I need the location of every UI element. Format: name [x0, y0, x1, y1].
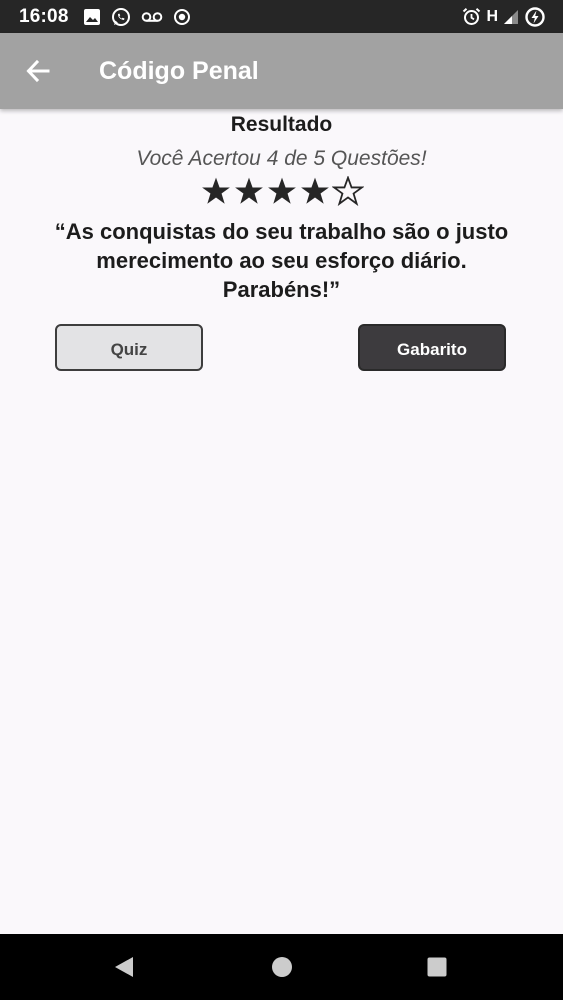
result-score: Você Acertou 4 de 5 Questões! [136, 147, 427, 170]
app-bar: Código Penal [0, 33, 563, 109]
result-title: Resultado [230, 113, 333, 136]
record-icon [173, 8, 191, 26]
back-button[interactable] [24, 57, 52, 85]
status-bar: 16:08 H [0, 0, 563, 33]
navigation-bar [0, 934, 563, 1000]
whatsapp-icon [111, 7, 131, 27]
back-triangle-icon [115, 957, 133, 977]
star-rating [0, 176, 563, 206]
gabarito-button[interactable]: Gabarito [358, 324, 506, 371]
battery-charging-icon [524, 6, 546, 28]
recents-square-icon [427, 957, 447, 977]
arrow-left-icon [26, 59, 50, 83]
notification-icons [83, 7, 201, 27]
voicemail-icon [141, 10, 163, 24]
star-filled-icon [200, 176, 232, 206]
image-icon [83, 8, 101, 26]
system-icons: H [457, 0, 546, 33]
star-filled-icon [233, 176, 265, 206]
nav-recents-button[interactable] [424, 954, 450, 980]
home-circle-icon [272, 957, 292, 977]
alarm-icon [462, 7, 481, 26]
status-time: 16:08 [19, 5, 69, 27]
star-filled-icon [266, 176, 298, 206]
signal-icon [503, 9, 519, 25]
network-type: H [486, 7, 498, 25]
quiz-button[interactable]: Quiz [55, 324, 203, 371]
star-empty-icon [331, 176, 364, 206]
nav-back-button[interactable] [111, 954, 137, 980]
motivational-quote: “As conquistas do seu trabalho são o jus… [54, 219, 509, 302]
nav-home-button[interactable] [269, 954, 295, 980]
star-filled-icon [299, 176, 331, 206]
app-title: Código Penal [99, 57, 259, 85]
